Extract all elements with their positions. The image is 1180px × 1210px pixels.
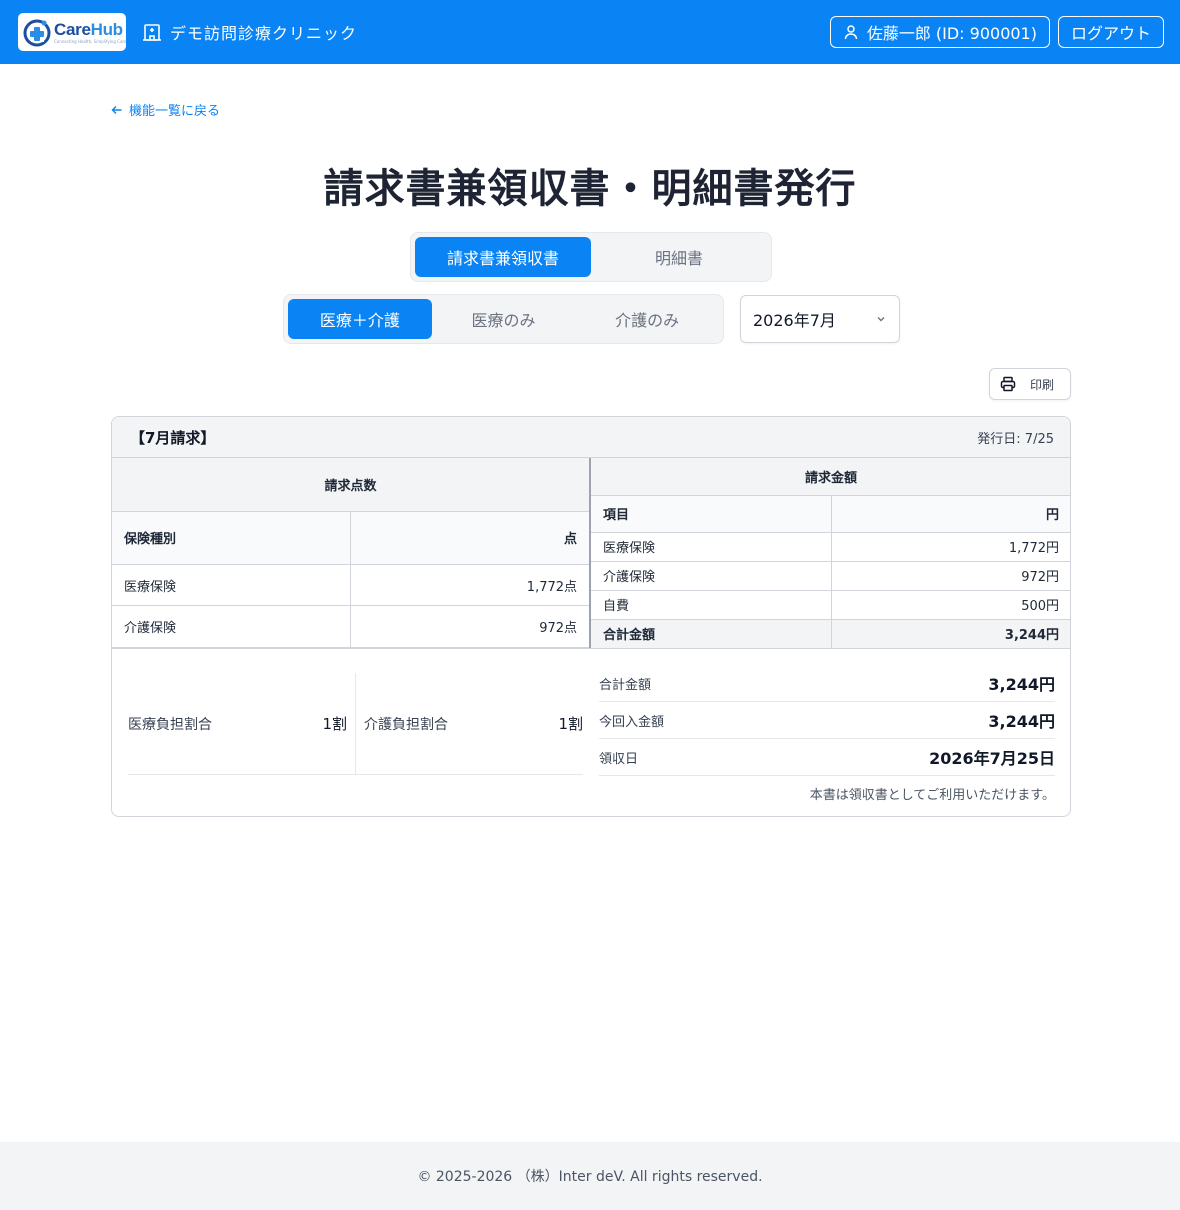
invoice-header: 【7月請求】 発行日: 7/25 — [112, 417, 1070, 458]
summary-label: 領収日 — [599, 751, 639, 767]
summary-payment-row: 今回入金額 3,244円 — [599, 702, 1055, 739]
month-select-value: 2026年7月 — [753, 311, 836, 330]
summary-total-row: 合計金額 3,244円 — [599, 665, 1055, 702]
logout-button[interactable]: ログアウト — [1057, 16, 1164, 48]
cell-value: 972点 — [349, 605, 590, 648]
back-link-label: 機能一覧に戻る — [129, 104, 221, 119]
table-row: 自費 500円 — [591, 590, 1070, 620]
care-ratio-label: 介護負担割合 — [364, 716, 448, 733]
total-value: 3,244円 — [830, 619, 1070, 649]
receipt-note: 本書は領収書としてご利用いただけます。 — [809, 788, 1055, 803]
cell-value: 1,772円 — [830, 532, 1070, 562]
total-row: 合計金額 3,244円 — [591, 619, 1070, 649]
table-row: 介護保険 972円 — [591, 561, 1070, 591]
document-type-tabs: 請求書兼領収書 明細書 — [410, 232, 772, 282]
summary-value: 3,244円 — [988, 712, 1055, 731]
hospital-building-icon — [143, 24, 161, 41]
cell-value: 972円 — [830, 561, 1070, 591]
care-ratio-value: 1割 — [558, 715, 583, 733]
medical-ratio-value: 1割 — [322, 715, 347, 733]
summary-label: 今回入金額 — [599, 714, 665, 730]
logo-name: CareHub — [54, 19, 123, 39]
chevron-down-icon — [877, 317, 885, 322]
top-navbar: CareHub Connecting Health, Simplifying C… — [0, 0, 1180, 64]
summary-label: 合計金額 — [599, 677, 652, 693]
month-select[interactable]: 2026年7月 — [740, 295, 900, 343]
summary-receipt-date-row: 領収日 2026年7月25日 — [599, 739, 1055, 776]
print-label: 印刷 — [1030, 377, 1055, 392]
points-group-header: 請求点数 — [112, 458, 590, 512]
clinic-name-text: デモ訪問診療クリニック — [170, 24, 358, 43]
cell-name: 自費 — [591, 590, 832, 620]
invoice-summary: 医療負担割合 1割 介護負担割合 1割 合計金額 3,244円 今回入金額 3,… — [128, 649, 1056, 809]
insurance-type-header: 保険種別 — [112, 511, 350, 565]
logo-tagline: Connecting Health, Simplifying Care — [54, 38, 127, 44]
invoice-card: 【7月請求】 発行日: 7/25 請求点数 保険種別 点 医療保険 1,772点… — [111, 416, 1071, 817]
user-icon — [844, 25, 858, 40]
yen-unit-header: 円 — [830, 495, 1070, 533]
arrow-left-icon — [111, 105, 122, 114]
page-footer: © 2025-2026 （株）Inter deV. All rights res… — [0, 1142, 1180, 1210]
table-row: 医療保険 1,772円 — [591, 532, 1070, 562]
medical-burden-ratio: 医療負担割合 1割 — [128, 673, 356, 775]
tab-medical-and-care[interactable]: 医療＋介護 — [288, 299, 432, 339]
amount-group-header: 請求金額 — [591, 458, 1070, 496]
table-row: 介護保険 972点 — [112, 605, 590, 648]
item-header: 項目 — [591, 495, 832, 533]
print-button[interactable]: 印刷 — [989, 368, 1071, 400]
tab-statement[interactable]: 明細書 — [591, 237, 767, 277]
carehub-logo[interactable]: CareHub Connecting Health, Simplifying C… — [18, 13, 126, 51]
invoice-title: 【7月請求】 — [130, 428, 216, 447]
cell-name: 医療保険 — [591, 532, 832, 562]
user-profile-button[interactable]: 佐藤一郎 (ID: 900001) — [829, 16, 1050, 48]
back-to-menu-link[interactable]: 機能一覧に戻る — [111, 100, 220, 119]
clinic-name: デモ訪問診療クリニック — [142, 20, 357, 44]
billing-scope-tabs: 医療＋介護 医療のみ 介護のみ — [283, 294, 724, 344]
summary-value: 3,244円 — [988, 675, 1055, 694]
points-unit-header: 点 — [349, 511, 590, 565]
cell-name: 医療保険 — [112, 564, 350, 607]
billing-amount-table: 請求金額 項目 円 医療保険 1,772円 介護保険 972円 自費 500円 … — [591, 458, 1070, 649]
page-title: 請求書兼領収書・明細書発行 — [323, 166, 857, 212]
cell-value: 500円 — [830, 590, 1070, 620]
issue-date: 発行日: 7/25 — [977, 431, 1054, 447]
total-label: 合計金額 — [591, 619, 832, 649]
medical-cross-logo-icon — [22, 17, 52, 47]
cell-value: 1,772点 — [349, 564, 590, 607]
user-label: 佐藤一郎 (ID: 900001) — [866, 24, 1037, 43]
care-burden-ratio: 介護負担割合 1割 — [356, 673, 583, 775]
billing-points-table: 請求点数 保険種別 点 医療保険 1,772点 介護保険 972点 — [112, 458, 590, 648]
medical-ratio-label: 医療負担割合 — [128, 716, 212, 733]
tab-care-only[interactable]: 介護のみ — [575, 299, 719, 339]
cell-name: 介護保険 — [112, 605, 350, 648]
tab-invoice-receipt[interactable]: 請求書兼領収書 — [415, 237, 591, 277]
cell-name: 介護保険 — [591, 561, 832, 591]
printer-icon — [1000, 376, 1016, 392]
table-row: 医療保険 1,772点 — [112, 564, 590, 607]
tab-medical-only[interactable]: 医療のみ — [432, 299, 576, 339]
summary-value: 2026年7月25日 — [929, 749, 1055, 768]
